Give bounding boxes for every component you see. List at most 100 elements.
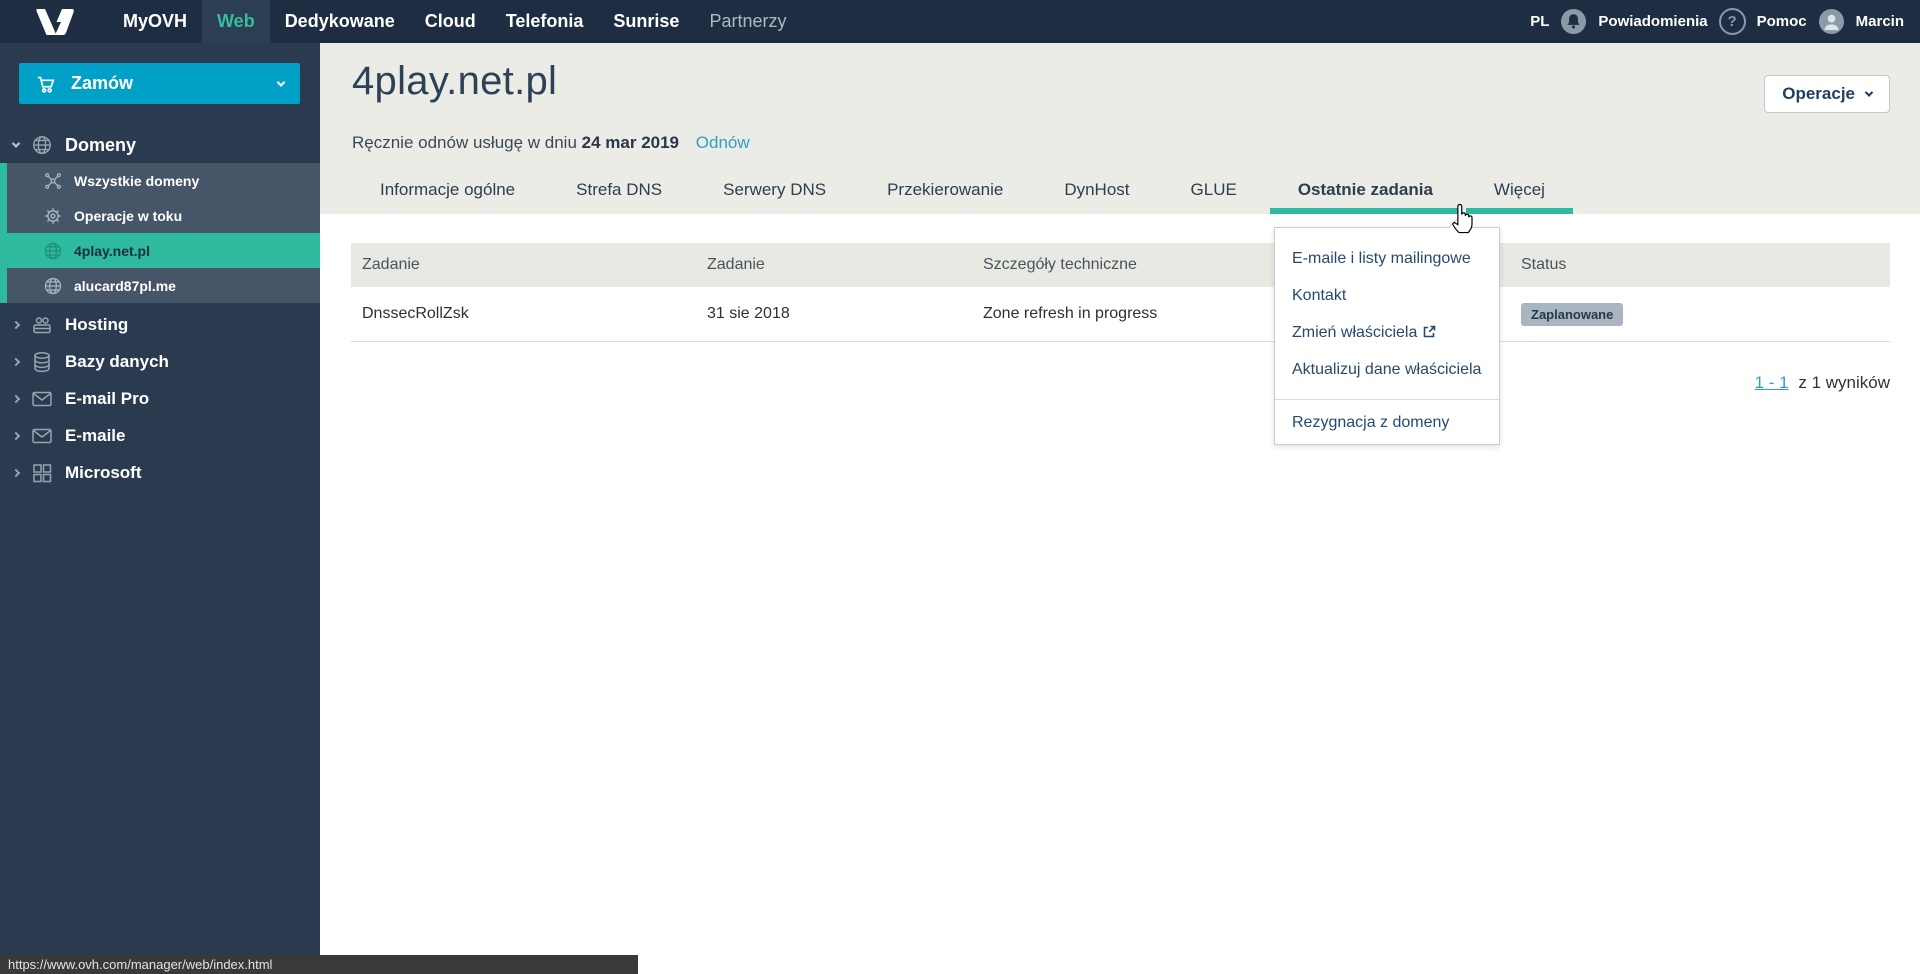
chevron-right-icon <box>11 320 21 330</box>
ovh-logo-icon <box>36 8 74 35</box>
status-bar-url: https://www.ovh.com/manager/web/index.ht… <box>0 955 638 974</box>
username[interactable]: Marcin <box>1856 13 1904 30</box>
menu-item-zmien-wlasciciela[interactable]: Zmień właściciela <box>1275 314 1499 351</box>
bell-icon[interactable] <box>1560 8 1587 35</box>
tab-serwery-dns[interactable]: Serwery DNS <box>695 174 854 214</box>
status-badge: Zaplanowane <box>1521 302 1624 326</box>
pagination-range-link[interactable]: 1 - 1 <box>1755 373 1789 392</box>
page-header: 4play.net.pl Ręcznie odnów usługę w dniu… <box>320 43 1920 214</box>
table-row: DnssecRollZsk 31 sie 2018 Zone refresh i… <box>351 287 1890 342</box>
nav-item-sunrise[interactable]: Sunrise <box>598 0 694 43</box>
sidebar-item-label: Wszystkie domeny <box>74 172 200 189</box>
sidebar-root-items: Hosting Bazy danych E-mail Pro E-maile M… <box>0 310 320 495</box>
chevron-right-icon <box>11 431 21 441</box>
user-icon <box>1818 8 1844 35</box>
order-button[interactable]: Zamów <box>19 63 300 104</box>
column-header-zadanie: Zadanie <box>362 256 420 273</box>
sidebar-item-label: Hosting <box>65 315 129 334</box>
chevron-down-icon <box>11 139 21 148</box>
tab-informacje-ogolne[interactable]: Informacje ogólne <box>352 174 543 214</box>
renewal-text: Ręcznie odnów usługę w dniu <box>352 133 577 152</box>
sidebar-item-label: alucard87pl.me <box>74 277 176 294</box>
locale-switcher[interactable]: PL <box>1530 13 1549 30</box>
order-button-label: Zamów <box>71 73 134 93</box>
sidebar: Zamów Domeny Wszystkie domeny Operacje w… <box>0 43 320 974</box>
operations-button-label: Operacje <box>1782 84 1855 103</box>
help-icon[interactable]: ? <box>1718 8 1746 35</box>
ovh-logo[interactable] <box>0 0 108 43</box>
tab-bar: Informacje ogólne Strefa DNS Serwery DNS… <box>352 174 1573 214</box>
external-link-icon <box>1424 325 1436 338</box>
pagination: 1 - 1 z 1 wyników <box>1755 373 1890 393</box>
navbar-right: PL Powiadomienia ? Pomoc Marcin <box>1530 0 1920 43</box>
globe-icon <box>44 242 62 259</box>
menu-item-emaile-i-listy[interactable]: E-maile i listy mailingowe <box>1275 240 1499 277</box>
app-root: MyOVH Web Dedykowane Cloud Telefonia Sun… <box>0 0 1920 974</box>
main-content: 4play.net.pl Ręcznie odnów usługę w dniu… <box>320 43 1920 974</box>
chevron-down-icon <box>1864 88 1874 97</box>
windows-icon <box>33 464 52 483</box>
more-menu-list: E-maile i listy mailingowe Kontakt Zmień… <box>1275 228 1499 444</box>
chevron-right-icon <box>11 357 21 367</box>
menu-item-aktualizuj-dane[interactable]: Aktualizuj dane właściciela <box>1275 351 1499 388</box>
operations-button[interactable]: Operacje <box>1764 75 1890 113</box>
pagination-summary: z 1 wyników <box>1798 373 1890 392</box>
sidebar-item-bazy-danych[interactable]: Bazy danych <box>0 347 320 377</box>
hosting-icon <box>33 317 51 334</box>
renewal-info: Ręcznie odnów usługę w dniu 24 mar 2019 … <box>352 133 750 153</box>
page-title: 4play.net.pl <box>352 59 558 103</box>
database-icon <box>34 351 50 373</box>
cart-icon <box>37 76 55 93</box>
sidebar-item-microsoft[interactable]: Microsoft <box>0 458 320 488</box>
nav-item-cloud[interactable]: Cloud <box>410 0 491 43</box>
sidebar-item-label: E-maile <box>65 426 126 445</box>
tab-przekierowanie[interactable]: Przekierowanie <box>859 174 1031 214</box>
nav-item-web[interactable]: Web <box>202 0 270 43</box>
tab-glue[interactable]: GLUE <box>1163 174 1265 214</box>
mail-icon <box>32 391 52 407</box>
tasks-table: Zadanie Zadanie Szczegóły techniczne Sta… <box>351 243 1890 342</box>
sidebar-item-operacje-w-toku[interactable]: Operacje w toku <box>0 198 320 233</box>
cell-status: Zaplanowane <box>1510 302 1890 326</box>
sidebar-item-emaile[interactable]: E-maile <box>0 421 320 451</box>
sidebar-item-label: 4play.net.pl <box>74 242 150 259</box>
tab-ostatnie-zadania[interactable]: Ostatnie zadania <box>1269 174 1461 214</box>
help-label[interactable]: Pomoc <box>1757 13 1807 30</box>
tab-wiecej[interactable]: Więcej <box>1465 174 1573 214</box>
gear-icon <box>45 207 61 224</box>
sidebar-item-alucard87pl-me[interactable]: alucard87pl.me <box>0 268 320 303</box>
chevron-right-icon <box>11 394 21 404</box>
sidebar-item-email-pro[interactable]: E-mail Pro <box>0 384 320 414</box>
avatar[interactable] <box>1818 8 1845 35</box>
renew-link[interactable]: Odnów <box>696 133 750 152</box>
tab-dynhost[interactable]: DynHost <box>1036 174 1157 214</box>
cell-task: DnssecRollZsk <box>362 305 469 322</box>
mail-icon <box>32 428 52 444</box>
menu-item-kontakt[interactable]: Kontakt <box>1275 277 1499 314</box>
sidebar-item-label: Microsoft <box>65 463 142 482</box>
table-header-row: Zadanie Zadanie Szczegóły techniczne Sta… <box>351 243 1890 287</box>
chevron-down-icon <box>276 77 286 87</box>
chevron-right-icon <box>11 468 21 478</box>
sidebar-item-label: Bazy danych <box>65 352 169 371</box>
top-navbar: MyOVH Web Dedykowane Cloud Telefonia Sun… <box>0 0 1920 43</box>
sidebar-item-4play-net-pl[interactable]: 4play.net.pl <box>0 233 320 268</box>
network-icon <box>45 172 61 189</box>
globe-icon <box>44 277 62 294</box>
sidebar-group-domeny[interactable]: Domeny <box>0 130 320 160</box>
tab-strefa-dns[interactable]: Strefa DNS <box>548 174 690 214</box>
menu-item-rezygnacja[interactable]: Rezygnacja z domeny <box>1275 399 1499 444</box>
sidebar-item-hosting[interactable]: Hosting <box>0 310 320 340</box>
column-header-zadanie-data: Zadanie <box>707 256 765 273</box>
cell-date: 31 sie 2018 <box>707 305 790 322</box>
nav-item-partnerzy[interactable]: Partnerzy <box>694 0 801 43</box>
sidebar-group-label: Domeny <box>65 134 137 155</box>
renewal-date: 24 mar 2019 <box>581 133 680 152</box>
globe-icon <box>33 136 51 154</box>
nav-item-dedykowane[interactable]: Dedykowane <box>270 0 410 43</box>
nav-item-myovh[interactable]: MyOVH <box>108 0 202 43</box>
notifications-label[interactable]: Powiadomienia <box>1598 13 1707 30</box>
sidebar-item-wszystkie-domeny[interactable]: Wszystkie domeny <box>0 163 320 198</box>
sidebar-item-label: E-mail Pro <box>65 389 150 408</box>
nav-item-telefonia[interactable]: Telefonia <box>491 0 599 43</box>
